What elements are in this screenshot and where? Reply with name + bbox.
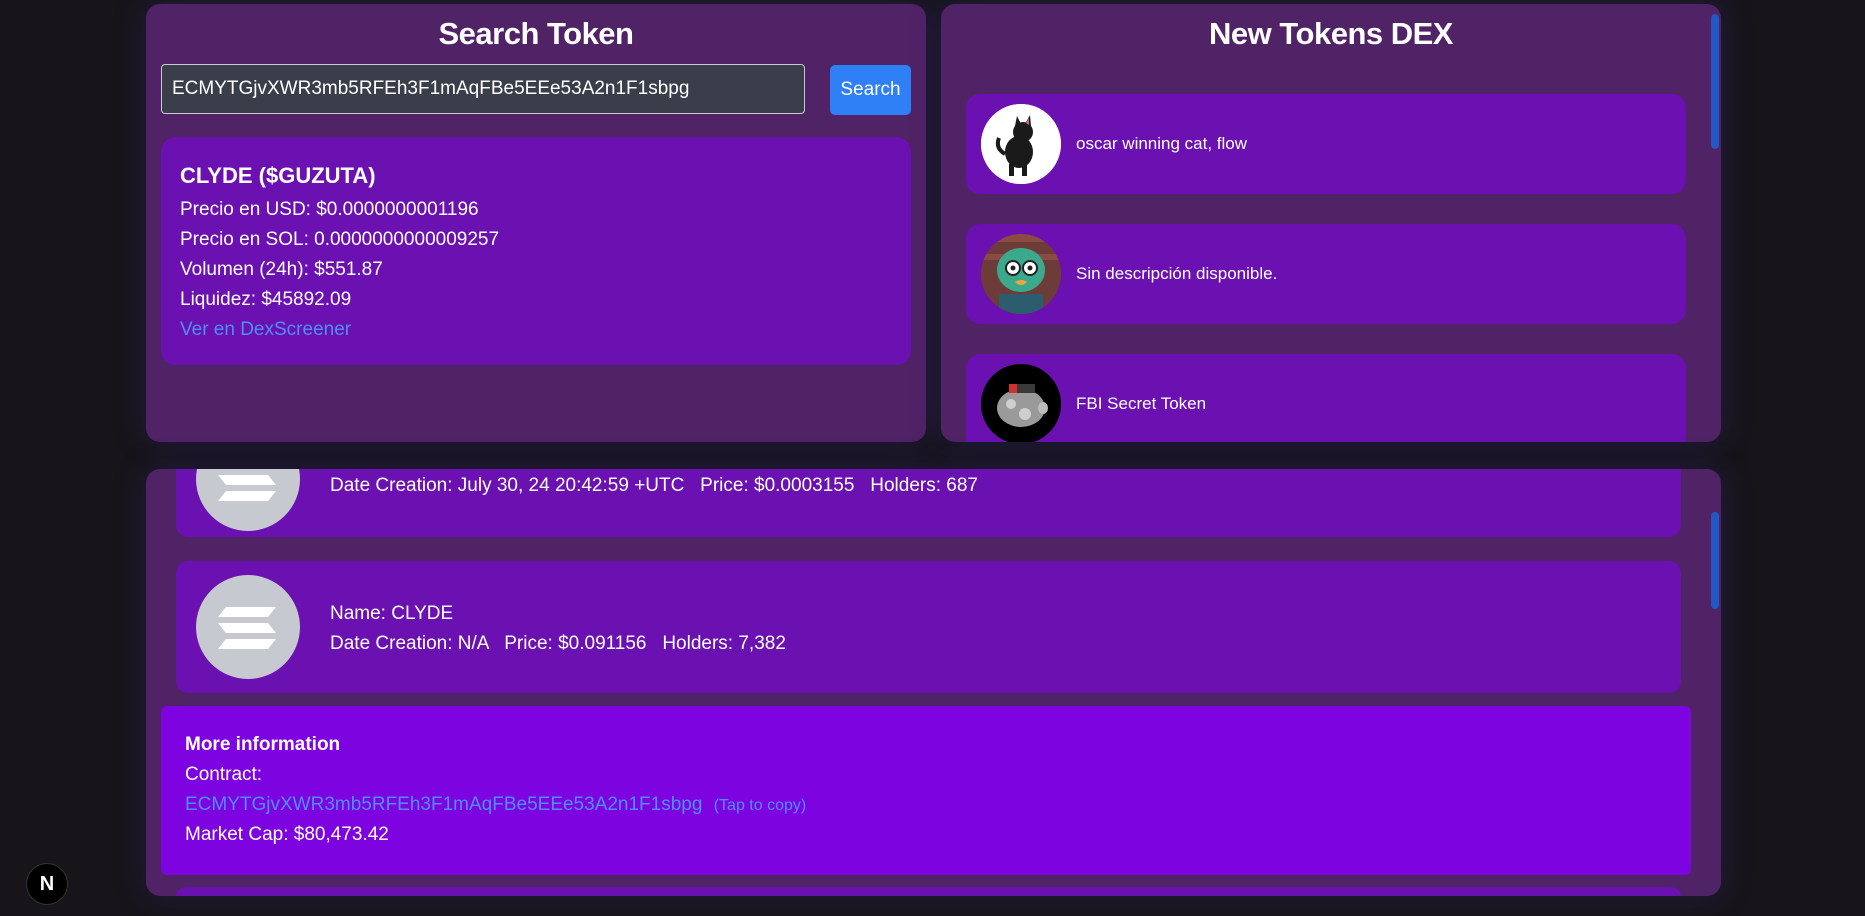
search-token-panel: Search Token Search CLYDE ($GUZUTA) Prec… — [146, 4, 926, 442]
new-token-item[interactable]: FBI Secret Token — [966, 354, 1686, 442]
token-list-scrollbar[interactable] — [1711, 512, 1719, 609]
new-token-text: FBI Secret Token — [1076, 394, 1207, 413]
token-list-item[interactable]: Date Creation: July 30, 24 20:42:59 +UTC… — [176, 469, 1681, 537]
token-details: Date Creation: July 30, 24 20:42:59 +UTC… — [330, 475, 978, 496]
token-list-item[interactable]: Name: CLYDE Date Creation: N/A Price: $0… — [176, 561, 1681, 693]
contract-row: ECMYTGjvXWR3mb5RFEh3F1mAqFBe5EEe53A2n1F1… — [185, 794, 806, 816]
solana-logo-icon — [196, 575, 300, 679]
token-result-card: CLYDE ($GUZUTA) Precio en USD: $0.000000… — [161, 137, 911, 365]
price-sol: Precio en SOL: 0.0000000000009257 — [180, 229, 500, 250]
new-token-text: Sin descripción disponible. — [1076, 264, 1278, 283]
search-input[interactable] — [161, 64, 805, 114]
cat-avatar-icon — [981, 104, 1061, 184]
market-cap: Market Cap: $80,473.42 — [185, 824, 389, 845]
price-usd: Precio en USD: $0.0000000001196 — [180, 199, 479, 220]
contract-label: Contract: — [185, 764, 263, 785]
search-button[interactable]: Search — [830, 65, 911, 115]
new-token-item[interactable]: oscar winning cat, flow — [966, 94, 1686, 194]
piggy-bank-avatar-icon — [981, 364, 1061, 442]
token-name: Name: CLYDE — [330, 603, 454, 624]
tap-to-copy-button[interactable]: (Tap to copy) — [714, 797, 806, 814]
liquidity: Liquidez: $45892.09 — [180, 289, 352, 310]
new-token-item[interactable]: Sin descripción disponible. — [966, 224, 1686, 324]
token-details: Date Creation: N/A Price: $0.091156 Hold… — [330, 633, 786, 654]
contract-address-link[interactable]: ECMYTGjvXWR3mb5RFEh3F1mAqFBe5EEe53A2n1F1… — [185, 794, 702, 815]
dexscreener-link[interactable]: Ver en DexScreener — [180, 319, 351, 341]
new-tokens-panel: New Tokens DEX oscar winning cat, flow S… — [941, 4, 1721, 442]
new-token-text: oscar winning cat, flow — [1076, 134, 1248, 153]
token-list-item[interactable] — [176, 887, 1681, 896]
next-dev-badge-icon[interactable]: N — [26, 863, 68, 905]
frog-avatar-icon — [981, 234, 1061, 314]
more-info-heading: More information — [185, 734, 341, 755]
new-tokens-scrollbar[interactable] — [1711, 14, 1719, 149]
solana-logo-icon — [196, 469, 300, 531]
volume-24h: Volumen (24h): $551.87 — [180, 259, 383, 280]
more-information-box: More information Contract: ECMYTGjvXWR3m… — [161, 706, 1691, 875]
new-tokens-title: New Tokens DEX — [1209, 16, 1453, 51]
token-result-title: CLYDE ($GUZUTA) — [180, 163, 376, 188]
token-list-panel: Date Creation: July 30, 24 20:42:59 +UTC… — [146, 469, 1721, 896]
search-panel-title: Search Token — [438, 16, 634, 51]
